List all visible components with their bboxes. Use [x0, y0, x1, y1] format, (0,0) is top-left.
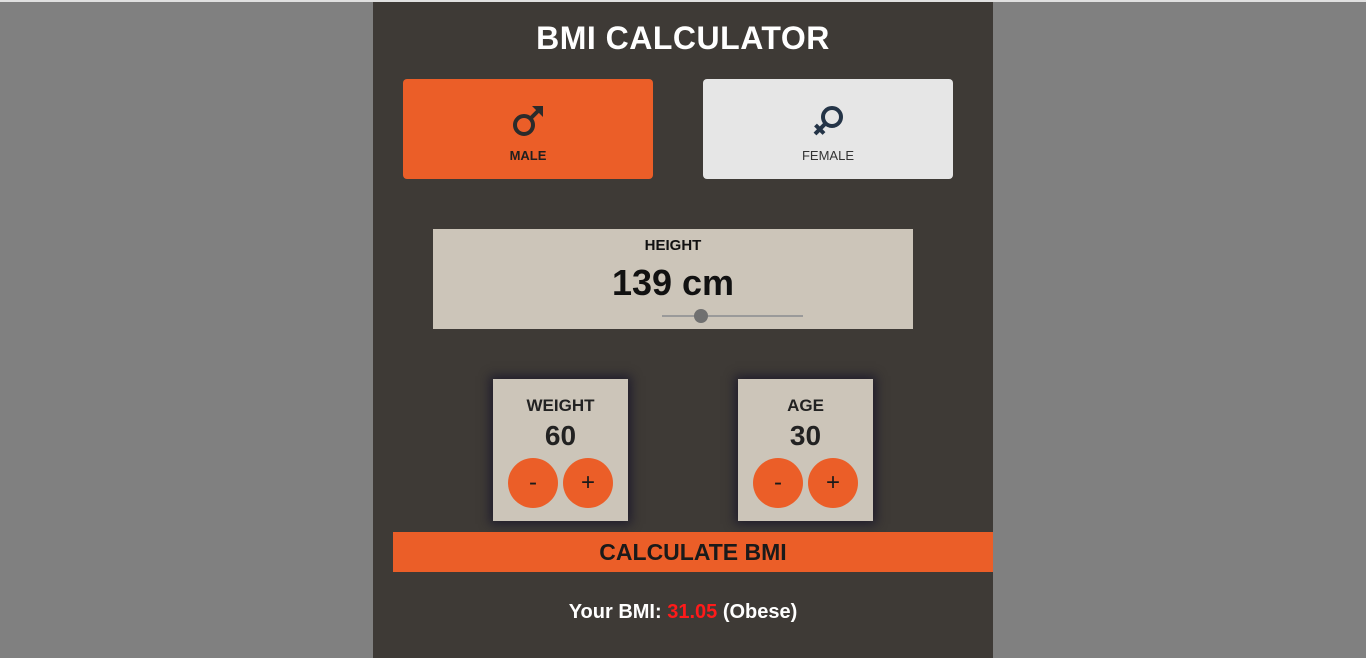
weight-value: 60 [544, 420, 577, 451]
male-symbol-icon [511, 103, 545, 139]
age-value: 30 [789, 420, 822, 451]
height-label: HEIGHT [644, 237, 702, 254]
bmi-result-prefix: Your BMI: [568, 601, 662, 623]
height-value: 139 cm [611, 262, 735, 303]
calculate-bmi-button[interactable]: CALCULATE BMI [393, 532, 993, 572]
age-increment-button[interactable]: + [808, 458, 858, 508]
page-title: BMI CALCULATOR [536, 20, 830, 56]
weight-card: WEIGHT 60 - + [493, 379, 628, 521]
female-symbol-icon [811, 103, 845, 139]
gender-female-label: FEMALE [801, 148, 854, 163]
gender-male-label: MALE [509, 148, 547, 163]
bmi-calculator-panel: BMI CALCULATOR MALE FEMALE HEIGHT 139 cm [373, 2, 993, 658]
age-card: AGE 30 - + [738, 379, 873, 521]
height-slider[interactable] [662, 309, 803, 323]
height-slider-thumb[interactable] [694, 309, 709, 323]
weight-label: WEIGHT [526, 396, 595, 415]
age-decrement-button[interactable]: - [753, 458, 803, 508]
bmi-result: Your BMI: 31.05 (Obese) [373, 601, 993, 624]
height-slider-track [662, 315, 803, 317]
height-card: HEIGHT 139 cm [433, 229, 913, 329]
gender-female-button[interactable]: FEMALE [703, 79, 953, 179]
age-label: AGE [787, 396, 824, 415]
weight-decrement-button[interactable]: - [508, 458, 558, 508]
gender-male-button[interactable]: MALE [403, 79, 653, 179]
weight-increment-button[interactable]: + [563, 458, 613, 508]
bmi-result-category: (Obese) [722, 601, 798, 623]
bmi-result-value: 31.05 [667, 601, 718, 623]
